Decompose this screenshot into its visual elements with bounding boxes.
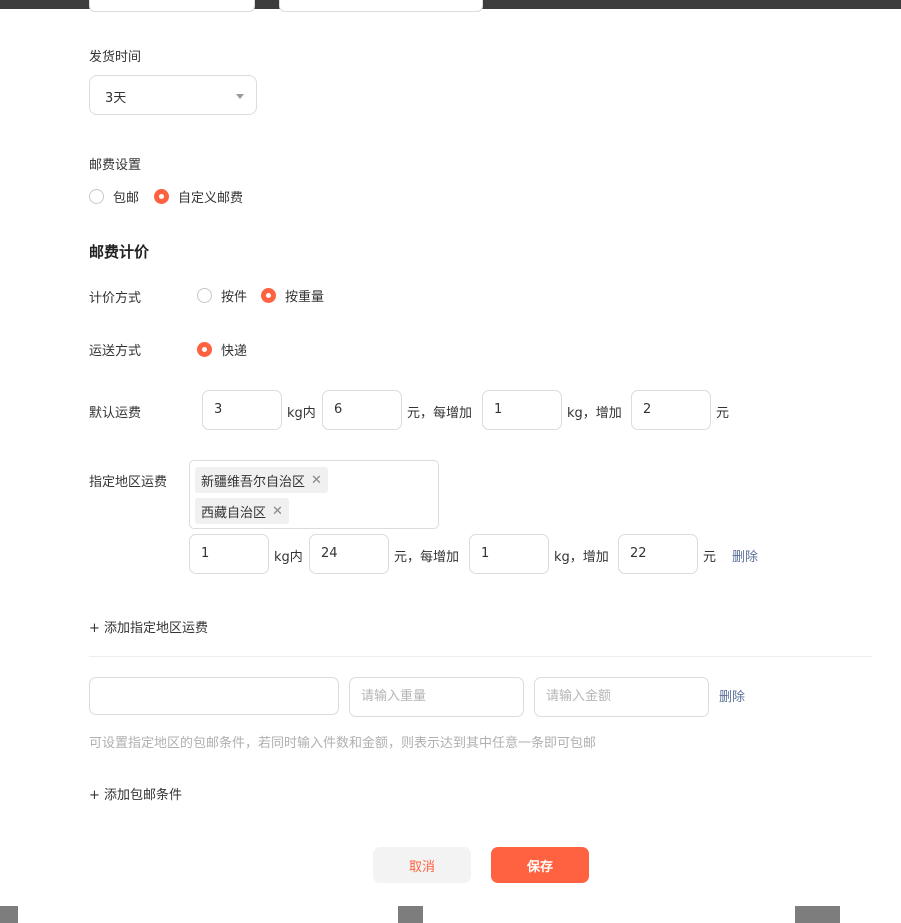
radio-express[interactable]: 快递 xyxy=(197,340,247,359)
radio-circle-icon xyxy=(197,288,212,303)
default-first-fee-input[interactable]: 6 xyxy=(322,390,402,430)
postage-setting-label: 邮费设置 xyxy=(89,158,142,173)
unit-kg-add: kg，增加 xyxy=(554,550,609,565)
radio-label: 包邮 xyxy=(113,191,140,206)
postage-pricing-title: 邮费计价 xyxy=(89,243,150,261)
region-add-fee-input[interactable]: 22 xyxy=(618,534,698,574)
radio-selected-icon xyxy=(261,288,276,303)
default-add-weight-input[interactable]: 1 xyxy=(482,390,562,430)
free-shipping-weight-input[interactable]: 请输入重量 xyxy=(349,677,524,717)
shipping-time-label: 发货时间 xyxy=(89,50,142,65)
free-shipping-region-input[interactable] xyxy=(89,677,339,715)
previous-field-stub xyxy=(89,0,255,12)
radio-label: 按件 xyxy=(221,290,248,305)
radio-label: 按重量 xyxy=(285,290,325,305)
region-tag: 新疆维吾尔自治区 ✕ xyxy=(195,467,328,493)
unit-each-add: 元，每增加 xyxy=(394,550,460,565)
radio-label: 快递 xyxy=(221,344,248,359)
free-shipping-amount-input[interactable]: 请输入金额 xyxy=(534,677,709,717)
region-tag-label: 新疆维吾尔自治区 xyxy=(201,474,306,490)
radio-by-piece[interactable]: 按件 xyxy=(197,286,247,305)
region-first-fee-input[interactable]: 24 xyxy=(309,534,389,574)
pricing-method-label: 计价方式 xyxy=(89,291,142,306)
unit-each-add: 元，每增加 xyxy=(407,406,473,421)
close-icon[interactable]: ✕ xyxy=(311,473,322,488)
region-add-weight-input[interactable]: 1 xyxy=(469,534,549,574)
background-card xyxy=(423,906,795,923)
radio-selected-icon xyxy=(197,342,212,357)
shipping-time-value: 3天 xyxy=(105,91,127,106)
radio-by-weight[interactable]: 按重量 xyxy=(261,286,324,305)
default-first-weight-input[interactable]: 3 xyxy=(202,390,282,430)
radio-custom-postage[interactable]: 自定义邮费 xyxy=(154,187,243,206)
divider xyxy=(89,656,872,657)
delete-region-link[interactable]: 删除 xyxy=(732,546,758,565)
background-card xyxy=(18,906,398,923)
default-add-fee-input[interactable]: 2 xyxy=(631,390,711,430)
shipping-time-select[interactable]: 3天 xyxy=(89,75,257,115)
save-button[interactable]: 保存 xyxy=(491,847,589,883)
cancel-button[interactable]: 取消 xyxy=(373,847,471,883)
close-icon[interactable]: ✕ xyxy=(272,504,283,519)
free-shipping-hint: 可设置指定地区的包邮条件，若同时输入件数和金额，则表示达到其中任意一条即可包邮 xyxy=(89,736,597,751)
unit-kg-add: kg，增加 xyxy=(567,406,622,421)
background-card xyxy=(840,906,901,923)
default-fee-label: 默认运费 xyxy=(89,406,142,421)
add-free-condition-button[interactable]: + 添加包邮条件 xyxy=(89,784,182,803)
unit-kg-within: kg内 xyxy=(274,550,303,565)
delete-condition-link[interactable]: 删除 xyxy=(719,686,745,705)
radio-label: 自定义邮费 xyxy=(178,191,244,206)
radio-selected-icon xyxy=(154,189,169,204)
region-tag: 西藏自治区 ✕ xyxy=(195,498,289,524)
region-select[interactable]: 新疆维吾尔自治区 ✕ 西藏自治区 ✕ xyxy=(189,460,439,529)
radio-free-shipping[interactable]: 包邮 xyxy=(89,187,139,206)
unit-yuan: 元 xyxy=(703,550,717,565)
region-fee-label: 指定地区运费 xyxy=(89,475,168,490)
caret-down-icon xyxy=(236,94,244,99)
region-first-weight-input[interactable]: 1 xyxy=(189,534,269,574)
add-region-fee-button[interactable]: + 添加指定地区运费 xyxy=(89,617,208,636)
unit-kg-within: kg内 xyxy=(287,406,316,421)
previous-field-stub xyxy=(279,0,483,12)
region-tag-label: 西藏自治区 xyxy=(201,505,267,521)
radio-circle-icon xyxy=(89,189,104,204)
delivery-method-label: 运送方式 xyxy=(89,344,142,359)
unit-yuan: 元 xyxy=(716,406,730,421)
